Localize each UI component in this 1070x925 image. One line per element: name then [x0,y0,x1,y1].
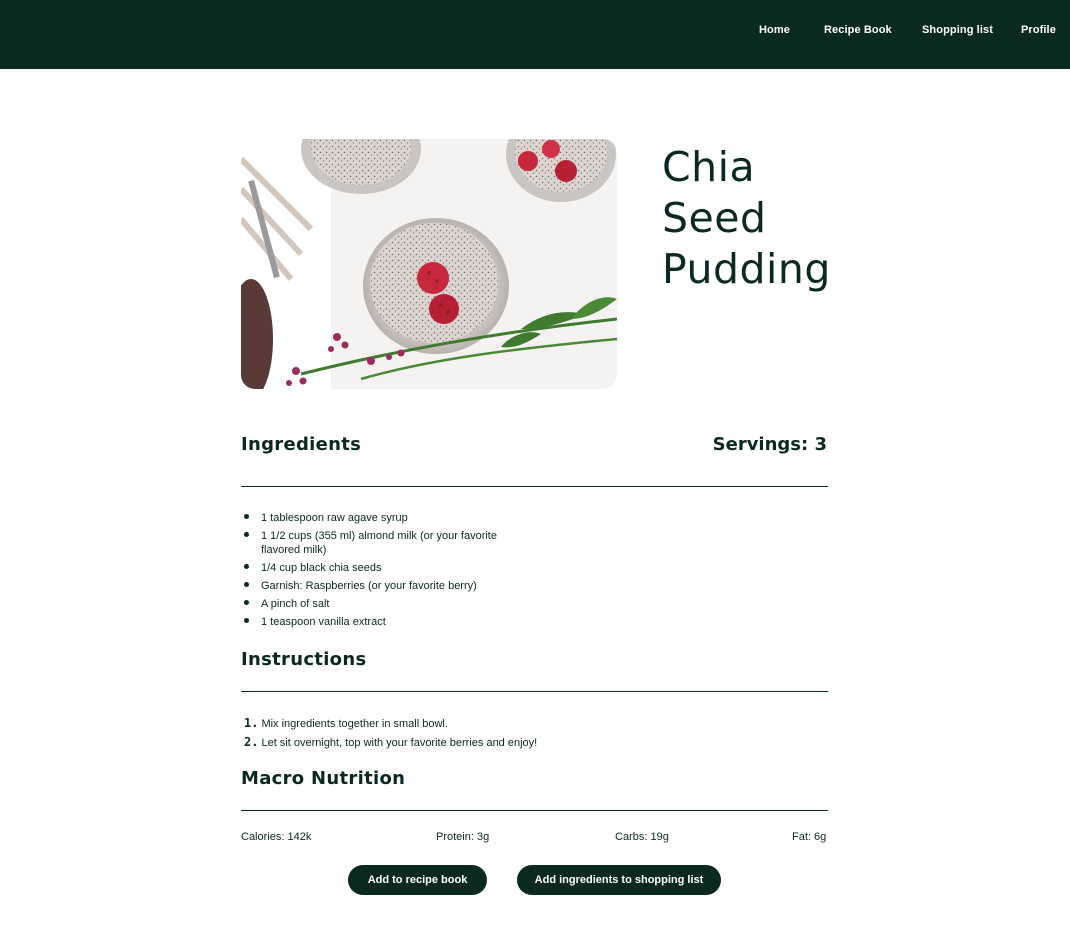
fat-value: Fat: 6g [792,831,827,843]
recipe-title-line: Pudding [662,245,831,293]
recipe-title-line: Seed [662,194,767,242]
ingredient-item: 1 teaspoon vanilla extract [244,615,501,629]
ingredients-divider [241,486,828,487]
recipe-photo [241,139,617,389]
macro-nutrition-heading: Macro Nutrition [241,768,406,789]
instruction-step: 1. Mix ingredients together in small bowl… [244,716,537,731]
instructions-list: 1. Mix ingredients together in small bowl… [244,716,537,754]
ingredients-list: 1 tablespoon raw agave syrup 1 1/2 cups … [244,511,501,633]
add-to-recipe-book-button[interactable]: Add to recipe book [348,865,487,895]
ingredient-item: 1 1/2 cups (355 ml) almond milk (or your… [244,529,501,557]
step-number: 1. [244,716,259,730]
ingredient-item: 1/4 cup black chia seeds [244,561,501,575]
instructions-divider [241,691,828,692]
instruction-step: 2. Let sit overnight, top with your favor… [244,735,537,750]
ingredient-item: A pinch of salt [244,597,501,611]
nutrition-divider [241,810,828,811]
step-text: Mix ingredients together in small bowl. [261,718,448,730]
step-text: Let sit overnight, top with your favorit… [261,737,538,749]
instructions-heading: Instructions [241,649,367,670]
calories-value: Calories: 142k [241,831,312,843]
recipe-title: Chia Seed Pudding [662,142,862,295]
carbs-value: Carbs: 19g [615,831,669,843]
nav-recipe-book-link[interactable]: Recipe Book [824,24,892,36]
nav-profile-link[interactable]: Profile [1021,24,1056,36]
add-to-shopping-list-button[interactable]: Add ingredients to shopping list [517,865,721,895]
servings-label: Servings: 3 [712,434,827,455]
nav-home-link[interactable]: Home [759,24,790,36]
recipe-title-line: Chia [662,143,756,191]
top-navbar: Home Recipe Book Shopping list Profile [0,0,1070,69]
nav-shopping-list-link[interactable]: Shopping list [922,24,993,36]
ingredients-heading: Ingredients [241,434,362,455]
ingredient-item: 1 tablespoon raw agave syrup [244,511,501,525]
ingredient-item: Garnish: Raspberries (or your favorite b… [244,579,501,593]
protein-value: Protein: 3g [436,831,490,843]
step-number: 2. [244,735,259,749]
chia-pudding-photo-icon [241,139,617,389]
